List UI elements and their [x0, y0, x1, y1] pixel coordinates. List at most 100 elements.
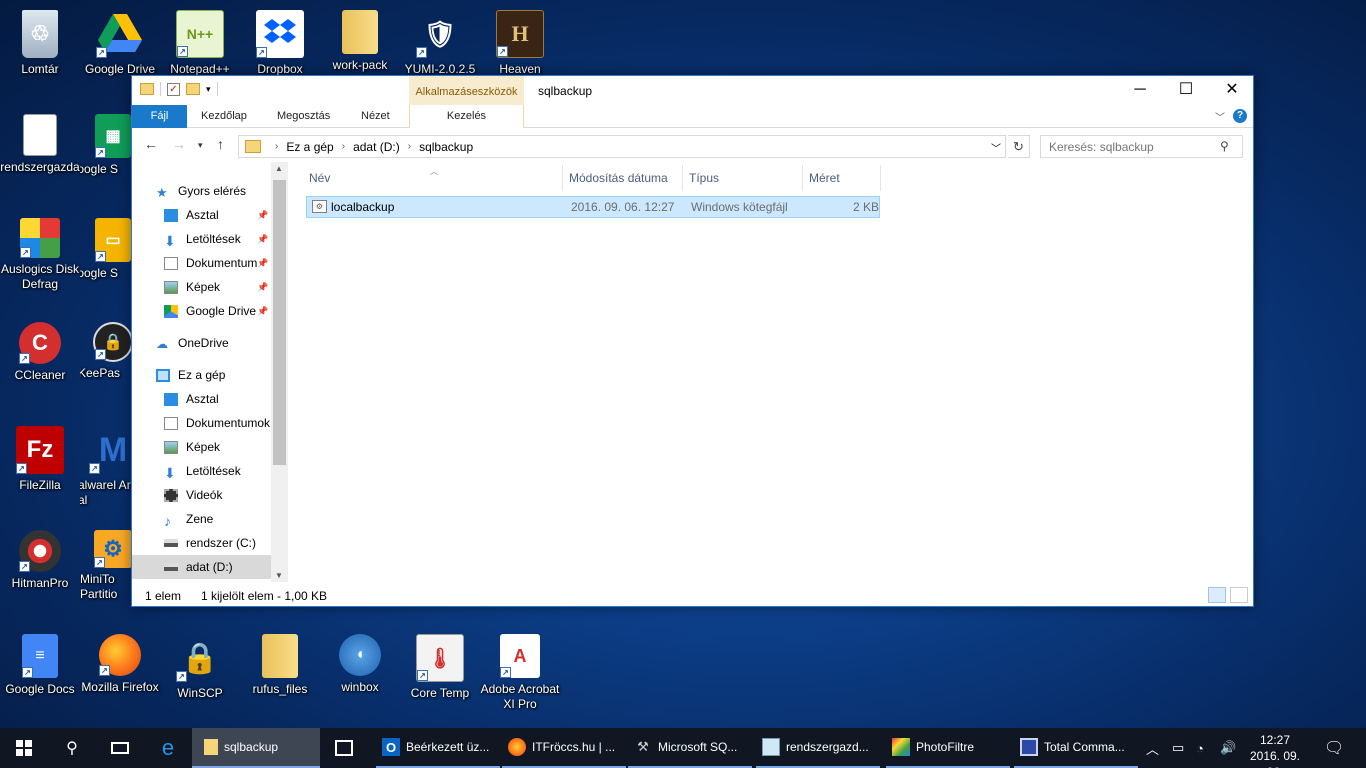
nav-drive-c[interactable]: rendszer (C:): [132, 531, 288, 555]
network-icon[interactable]: ▭: [1172, 728, 1184, 768]
desktop-icon-minitool[interactable]: ⚙ ↗ MiniTo Partitio: [80, 524, 132, 620]
taskbar-item-total-commander[interactable]: Total Comma...: [1014, 728, 1138, 768]
desktop-icon-rufus-files[interactable]: rufus_files: [240, 628, 320, 724]
chevron-right-icon[interactable]: ›: [275, 141, 278, 152]
scrollbar-thumb[interactable]: [273, 180, 286, 465]
search-button[interactable]: ⚲: [48, 728, 96, 768]
column-header-size[interactable]: Méret: [803, 165, 881, 191]
desktop-icon-recycle-bin[interactable]: ♲ Lomtár: [0, 4, 80, 100]
nav-pc-pictures[interactable]: Képek: [132, 435, 288, 459]
nav-quick-google-drive[interactable]: Google Drive 📌: [132, 299, 288, 323]
show-hidden-icons-button[interactable]: ︿: [1146, 728, 1159, 768]
navpane-scrollbar[interactable]: ▲ ▼: [271, 162, 288, 582]
scroll-down-icon[interactable]: ▼: [275, 571, 283, 580]
tab-view[interactable]: Nézet: [361, 105, 390, 128]
taskbar-item-store[interactable]: [320, 728, 368, 768]
properties-icon[interactable]: ✓: [167, 82, 180, 96]
desktop-icon-auslogics[interactable]: ↗ Auslogics Disk Defrag: [0, 212, 80, 308]
desktop-icon-keepass[interactable]: 🔒 ↗ KeePas: [80, 316, 132, 412]
nav-quick-desktop[interactable]: Asztal 📌: [132, 203, 288, 227]
large-icons-view-button[interactable]: [1230, 587, 1248, 603]
crumb-sqlbackup[interactable]: sqlbackup: [419, 140, 473, 154]
nav-pc-documents[interactable]: Dokumentumok: [132, 411, 288, 435]
desktop-icon-rendszergazda[interactable]: rendszergazda: [0, 108, 80, 204]
nav-quick-access[interactable]: ★ Gyors elérés: [132, 179, 288, 203]
details-view-button[interactable]: [1208, 587, 1226, 603]
task-view-button[interactable]: [96, 728, 144, 768]
help-icon[interactable]: ?: [1233, 109, 1247, 123]
taskbar-item-sql-server[interactable]: ⚒ Microsoft SQ...: [628, 728, 752, 768]
system-clock[interactable]: 12:27 2016. 09. 06.: [1240, 732, 1310, 768]
crumb-drive-d[interactable]: adat (D:): [353, 140, 400, 154]
desktop-icon-ccleaner[interactable]: C ↗ CCleaner: [0, 316, 80, 412]
download-icon: ⬇: [164, 464, 176, 481]
address-bar[interactable]: › Ez a gép › adat (D:) › sqlbackup ﹀: [238, 135, 1006, 158]
taskbar-item-firefox[interactable]: ITFröccs.hu | ...: [502, 728, 626, 768]
desktop-icon-winscp[interactable]: 🔒 ↗ WinSCP: [160, 628, 240, 724]
pin-icon[interactable]: 📌: [257, 210, 268, 221]
refresh-button[interactable]: ↻: [1008, 135, 1030, 158]
volume-icon[interactable]: 🔊: [1220, 728, 1236, 768]
table-row[interactable]: ⚙ localbackup 2016. 09. 06. 12:27 Window…: [306, 196, 880, 218]
notepad-icon: [762, 738, 780, 756]
edge-button[interactable]: e: [144, 728, 192, 768]
pin-icon[interactable]: 📌: [257, 234, 268, 245]
scroll-up-icon[interactable]: ▲: [275, 164, 283, 173]
tab-manage[interactable]: Kezelés: [409, 105, 524, 128]
wifi-icon[interactable]: ◔: [1196, 728, 1204, 768]
chevron-right-icon[interactable]: ›: [408, 141, 411, 152]
chevron-right-icon[interactable]: ›: [342, 141, 345, 152]
taskbar-item-explorer[interactable]: sqlbackup: [192, 728, 320, 768]
title-bar[interactable]: ✓ ▾ Alkalmazáseszközök sqlbackup ─ ☐ ✕: [132, 76, 1253, 105]
desktop-icon-google-docs[interactable]: ≡ ↗ Google Docs: [0, 628, 80, 724]
desktop-icon-filezilla[interactable]: Fz ↗ FileZilla: [0, 420, 80, 516]
nav-pc-desktop[interactable]: Asztal: [132, 387, 288, 411]
taskbar-item-photofiltre[interactable]: PhotoFiltre: [886, 728, 1010, 768]
desktop-icon-winbox[interactable]: ◖ winbox: [320, 628, 400, 724]
up-button[interactable]: ↑: [217, 136, 224, 152]
pin-icon[interactable]: 📌: [257, 306, 268, 317]
desktop-icon-firefox[interactable]: ↗ Mozilla Firefox: [80, 628, 160, 724]
tab-home[interactable]: Kezdőlap: [201, 105, 247, 128]
column-header-name[interactable]: ︿ Név: [303, 165, 563, 191]
action-center-icon[interactable]: 🗨: [1324, 728, 1344, 768]
close-button[interactable]: ✕: [1209, 76, 1255, 105]
minimize-button[interactable]: ─: [1117, 76, 1163, 105]
nav-quick-pictures[interactable]: Képek 📌: [132, 275, 288, 299]
desktop-icon-core-temp[interactable]: 🌡 ↗ Core Temp: [400, 628, 480, 724]
pin-icon[interactable]: 📌: [257, 258, 268, 269]
search-input[interactable]: [1040, 135, 1243, 158]
tab-share[interactable]: Megosztás: [277, 105, 330, 128]
customize-toolbar-icon[interactable]: ▾: [206, 84, 211, 95]
pin-icon[interactable]: 📌: [257, 282, 268, 293]
maximize-button[interactable]: ☐: [1163, 76, 1209, 105]
nav-drive-d[interactable]: adat (D:): [132, 555, 288, 579]
start-button[interactable]: [0, 728, 48, 768]
nav-quick-documents[interactable]: Dokumentum 📌: [132, 251, 288, 275]
nav-pc-downloads[interactable]: ⬇ Letöltések: [132, 459, 288, 483]
desktop-icon-google-sheets[interactable]: ▦↗ Google S: [80, 108, 132, 204]
desktop-icon-malwarebytes[interactable]: M↗ Malwarel Anti-Mal: [80, 420, 132, 516]
desktop-icon-google-slides[interactable]: ▭↗ Google S: [80, 212, 132, 308]
nav-pc-music[interactable]: ♪ Zene: [132, 507, 288, 531]
nav-onedrive[interactable]: ☁ OneDrive: [132, 331, 288, 355]
desktop-icon-acrobat[interactable]: A ↗ Adobe Acrobat XI Pro: [480, 628, 560, 724]
back-button[interactable]: ←: [144, 136, 158, 152]
forward-button[interactable]: →: [172, 136, 186, 152]
taskbar-item-notepad[interactable]: rendszergazd...: [756, 728, 880, 768]
taskbar-item-outlook[interactable]: O Beérkezett üz...: [376, 728, 500, 768]
nav-pc-videos[interactable]: Videók: [132, 483, 288, 507]
desktop-icon-hitmanpro[interactable]: ↗ HitmanPro: [0, 524, 80, 620]
column-header-modified[interactable]: Módosítás dátuma: [563, 165, 683, 191]
chevron-down-icon[interactable]: ﹀: [991, 140, 1001, 155]
expand-ribbon-icon[interactable]: ﹀: [1215, 109, 1225, 124]
nav-this-pc[interactable]: Ez a gép: [132, 363, 288, 387]
recent-locations-icon[interactable]: ▾: [198, 140, 203, 151]
window-title: sqlbackup: [538, 84, 593, 98]
tab-file[interactable]: Fájl: [132, 105, 187, 128]
crumb-this-pc[interactable]: Ez a gép: [286, 140, 333, 154]
new-folder-icon[interactable]: [186, 83, 200, 95]
column-header-type[interactable]: Típus: [683, 165, 803, 191]
firefox-icon: ↗: [99, 634, 141, 676]
nav-quick-downloads[interactable]: ⬇ Letöltések 📌: [132, 227, 288, 251]
